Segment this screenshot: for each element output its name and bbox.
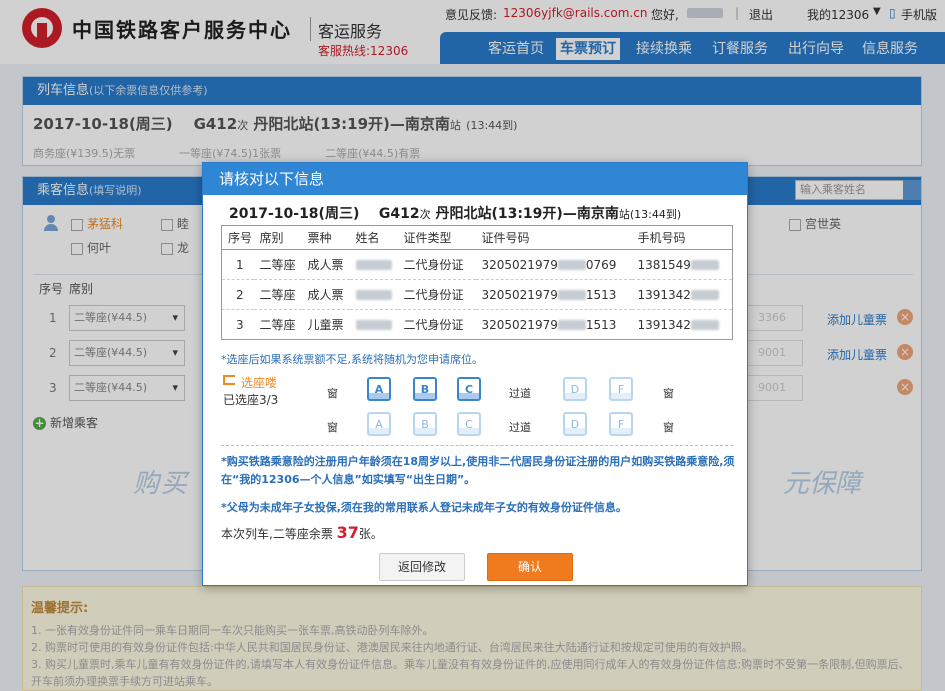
id-prefix: 3205021979 xyxy=(481,317,558,332)
cell-seat: 二等座 xyxy=(253,249,302,280)
table-row: 1 二等座 成人票 二代身份证 3205021979 0769 1381549 xyxy=(221,249,733,280)
id-masked xyxy=(557,320,586,330)
cell-seat: 二等座 xyxy=(253,279,302,310)
table-header-row: 序号 席别 票种 姓名 证件类型 证件号码 手机号码 xyxy=(221,225,733,250)
cell-phone: 1391342 xyxy=(631,279,733,310)
th-id-type: 证件类型 xyxy=(397,225,476,250)
id-suffix: 0769 xyxy=(585,257,617,272)
seat-d[interactable]: D xyxy=(563,377,587,401)
id-suffix: 1513 xyxy=(585,287,617,302)
name-masked xyxy=(355,260,392,270)
cell-type: 成人票 xyxy=(301,279,350,310)
cell-type: 儿童票 xyxy=(307,318,344,332)
dialog-train-ci: 次 xyxy=(419,208,431,221)
phone-masked xyxy=(690,260,719,270)
name-masked xyxy=(355,290,392,300)
seat-b[interactable]: B xyxy=(413,412,437,436)
dialog-train-arrive: (13:44到) xyxy=(629,208,682,221)
dialog-train-to-suffix: 站 xyxy=(618,208,630,221)
cell-type: 成人票 xyxy=(301,249,350,280)
seat-choose-label: 选座喽 xyxy=(241,376,278,390)
th-type: 票种 xyxy=(301,225,350,250)
cell-no: 1 xyxy=(221,249,254,280)
seat-f[interactable]: F xyxy=(609,377,633,401)
remaining-tickets: 本次列车,二等座余票 37张。 xyxy=(221,523,383,542)
seat-a-selected[interactable]: A xyxy=(367,377,391,401)
cell-seat: 二等座 xyxy=(259,318,296,332)
passenger-confirm-table: 序号 席别 票种 姓名 证件类型 证件号码 手机号码 1 二等座 成人票 二代身… xyxy=(221,225,733,340)
th-id-no: 证件号码 xyxy=(475,225,632,250)
dialog-train-from: 丹阳北 xyxy=(435,206,478,222)
aisle-label: 过道 xyxy=(509,387,531,400)
cell-name xyxy=(350,310,398,340)
aisle-label: 过道 xyxy=(509,421,531,434)
id-masked xyxy=(557,260,586,270)
phone-masked xyxy=(690,290,719,300)
window-label: 窗 xyxy=(663,421,674,434)
id-masked xyxy=(557,290,586,300)
seat-c-selected[interactable]: C xyxy=(457,377,481,401)
cell-name xyxy=(349,279,398,310)
table-row: 3 二等座 儿童票 二代身份证 3205021979 1513 1391342 xyxy=(222,310,733,340)
window-label: 窗 xyxy=(663,387,674,400)
dialog-train-summary: 2017-10-18(周三) G412次 丹阳北站(13:19开)—南京南站(1… xyxy=(229,203,681,223)
cell-id-type: 二代身份证 xyxy=(403,318,464,332)
th-phone: 手机号码 xyxy=(631,225,733,250)
cell-name xyxy=(349,249,398,280)
cell-id-no: 3205021979 0769 xyxy=(475,249,632,280)
phone-masked xyxy=(690,320,719,330)
id-suffix: 1513 xyxy=(585,317,617,332)
seat-d[interactable]: D xyxy=(563,412,587,436)
cell-phone: 1391342 xyxy=(632,310,733,340)
seat-b-selected[interactable]: B xyxy=(413,377,437,401)
seat-chosen-count: 已选座3/3 xyxy=(223,393,279,407)
remaining-prefix: 本次列车,二等座余票 xyxy=(221,527,333,541)
cell-id-no: 3205021979 1513 xyxy=(475,279,632,310)
remaining-suffix: 张。 xyxy=(358,527,383,541)
remaining-count: 37 xyxy=(336,523,359,542)
back-to-edit-button[interactable]: 返回修改 xyxy=(379,553,465,581)
id-prefix: 3205021979 xyxy=(481,257,558,272)
cell-id-no: 3205021979 1513 xyxy=(476,310,632,340)
id-prefix: 3205021979 xyxy=(481,287,558,302)
seat-c[interactable]: C xyxy=(457,412,481,436)
phone-prefix: 1381549 xyxy=(637,257,691,272)
cell-phone: 1381549 xyxy=(631,249,733,280)
seat-note: *选座后如果系统票额不足,系统将随机为您申请席位。 xyxy=(221,353,483,366)
dialog-train-number: G412 xyxy=(378,206,420,222)
window-label: 窗 xyxy=(327,421,338,434)
th-name: 姓名 xyxy=(349,225,398,250)
th-seat: 席别 xyxy=(253,225,302,250)
table-row: 2 二等座 成人票 二代身份证 3205021979 1513 1391342 xyxy=(221,279,733,310)
name-masked xyxy=(355,320,392,330)
cell-no: 3 xyxy=(236,317,244,332)
seat-a[interactable]: A xyxy=(367,412,391,436)
seat-f[interactable]: F xyxy=(609,412,633,436)
window-label: 窗 xyxy=(327,387,338,400)
cell-id-type: 二代身份证 xyxy=(397,279,476,310)
cell-id-type: 二代身份证 xyxy=(397,249,476,280)
dialog-train-to: 南京南 xyxy=(576,206,619,222)
cell-no: 2 xyxy=(221,279,254,310)
dialog-train-date: 2017-10-18(周三) xyxy=(229,206,360,222)
th-no: 序号 xyxy=(221,225,254,250)
phone-prefix: 1391342 xyxy=(637,287,691,302)
phone-prefix: 1391342 xyxy=(637,317,691,332)
seat-icon xyxy=(223,375,235,385)
rules-divider xyxy=(221,445,733,446)
insurance-rule-2: *父母为未成年子女投保,须在我的常用联系人登记未成年子女的有效身份证件信息。 xyxy=(221,501,627,514)
dialog-train-from-suffix: 站(13:19开)— xyxy=(477,206,577,222)
insurance-rule-1: *购买铁路乘意险的注册用户年龄须在18周岁以上,使用非二代居民身份证注册的用户如… xyxy=(221,455,735,486)
confirm-dialog: 请核对以下信息 2017-10-18(周三) G412次 丹阳北站(13:19开… xyxy=(202,162,748,586)
confirm-button[interactable]: 确认 xyxy=(487,553,573,581)
dialog-title: 请核对以下信息 xyxy=(203,163,747,195)
